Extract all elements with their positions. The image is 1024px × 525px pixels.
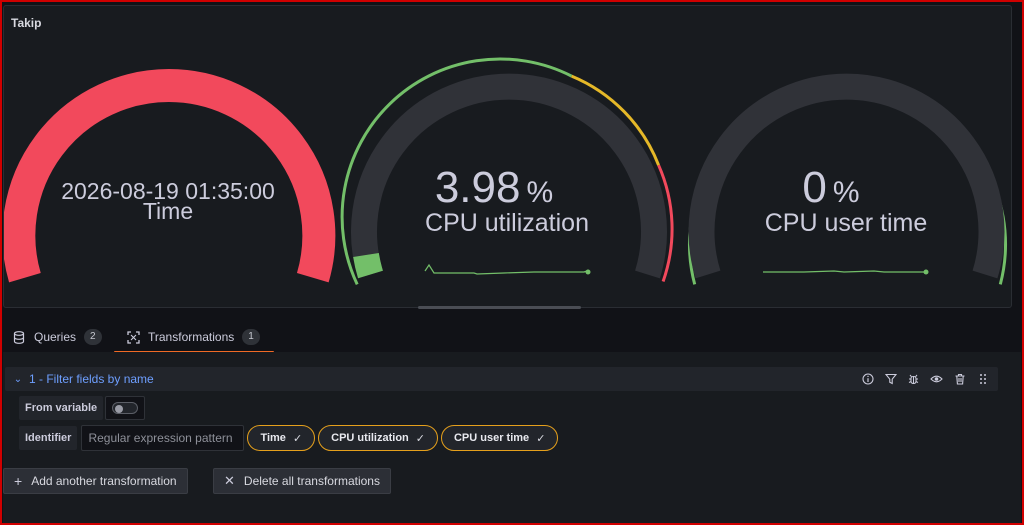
gauge-cpu-user-time: 0% CPU user time	[688, 73, 1007, 285]
field-chip-time-label: Time	[260, 432, 286, 444]
gauge-cpu-user-time-value: 0	[802, 163, 826, 212]
bug-icon[interactable]	[902, 367, 925, 391]
field-chip-cpu-user-time-label: CPU user time	[453, 432, 530, 444]
transformation-actions	[856, 367, 994, 391]
drag-handle-icon[interactable]	[971, 367, 994, 391]
identifier-row: Identifier Time ✓ CPU utilization ✓ CPU …	[19, 425, 559, 451]
toggle-switch-off[interactable]	[112, 402, 139, 414]
info-icon[interactable]	[856, 367, 879, 391]
panel-resize-handle[interactable]	[418, 306, 581, 309]
eye-icon[interactable]	[925, 367, 948, 391]
gauge-cpu-utilization-sparkline	[424, 263, 588, 275]
from-variable-row: From variable	[19, 396, 146, 420]
database-icon	[12, 330, 26, 344]
transformation-row-header[interactable]: ⌄ 1 - Filter fields by name	[5, 367, 998, 391]
close-icon: ✕	[224, 473, 235, 488]
gauge-cpu-utilization-label: CPU utilization	[425, 209, 589, 237]
add-transformation-button[interactable]: + Add another transformation	[3, 468, 188, 494]
tab-queries-label: Queries	[34, 330, 77, 344]
check-icon: ✓	[415, 432, 425, 445]
gauge-cpu-utilization-fill	[353, 252, 383, 279]
filter-icon[interactable]	[879, 367, 902, 391]
gauge-cpu-user-time-label: CPU user time	[765, 209, 928, 237]
gauge-panel[interactable]: Takip 2026-08-19 01:35:00 Time 3.98% CPU…	[3, 5, 1012, 308]
gauge-cpu-user-time-unit: %	[833, 176, 860, 209]
field-chip-cpu-user-time[interactable]: CPU user time ✓	[440, 425, 559, 451]
check-icon: ✓	[536, 432, 546, 445]
transformation-title[interactable]: 1 - Filter fields by name	[29, 372, 154, 386]
gauge-cpu-utilization-value: 3.98	[435, 163, 521, 212]
gauge-cpu-utilization: 3.98% CPU utilization	[340, 57, 674, 286]
gauge-time: 2026-08-19 01:35:00 Time	[4, 69, 336, 283]
tab-transformations[interactable]: Transformations 1	[114, 322, 274, 353]
transformations-editor: ⌄ 1 - Filter fields by name From variabl…	[3, 352, 1021, 525]
editor-tabs: Queries 2 Transformations 1	[0, 322, 1024, 353]
gauge-time-label: Time	[143, 198, 193, 224]
gauge-cpu-utilization-unit: %	[526, 176, 553, 209]
field-chip-cpu-utilization[interactable]: CPU utilization ✓	[318, 425, 438, 451]
gauges-svg: 2026-08-19 01:35:00 Time 3.98% CPU utili…	[4, 57, 1007, 286]
field-chip-time[interactable]: Time ✓	[247, 425, 316, 451]
from-variable-label: From variable	[19, 396, 104, 420]
tab-queries-count: 2	[84, 329, 102, 345]
tab-transformations-label: Transformations	[148, 330, 235, 344]
gauge-cpu-utilization-sparkline-dot	[585, 269, 591, 275]
check-icon: ✓	[292, 432, 303, 445]
trash-icon[interactable]	[948, 367, 971, 391]
svg-text:0%: 0%	[802, 163, 859, 212]
transformation-icon	[126, 330, 140, 344]
gauge-cpu-user-time-sparkline	[763, 270, 924, 273]
delete-all-transformations-button[interactable]: ✕ Delete all transformations	[213, 468, 391, 494]
add-transformation-label: Add another transformation	[31, 474, 177, 488]
from-variable-toggle[interactable]	[105, 396, 146, 420]
tab-queries[interactable]: Queries 2	[12, 322, 102, 352]
chevron-down-icon[interactable]: ⌄	[9, 374, 27, 385]
field-chip-cpu-utilization-label: CPU utilization	[331, 432, 409, 444]
gauge-cpu-user-time-sparkline-dot	[923, 269, 929, 275]
tab-transformations-count: 1	[242, 329, 260, 345]
regex-pattern-input[interactable]	[81, 425, 245, 451]
identifier-label: Identifier	[19, 426, 78, 450]
delete-all-transformations-label: Delete all transformations	[243, 474, 380, 488]
svg-text:3.98%: 3.98%	[435, 163, 553, 212]
plus-icon: +	[14, 473, 23, 489]
